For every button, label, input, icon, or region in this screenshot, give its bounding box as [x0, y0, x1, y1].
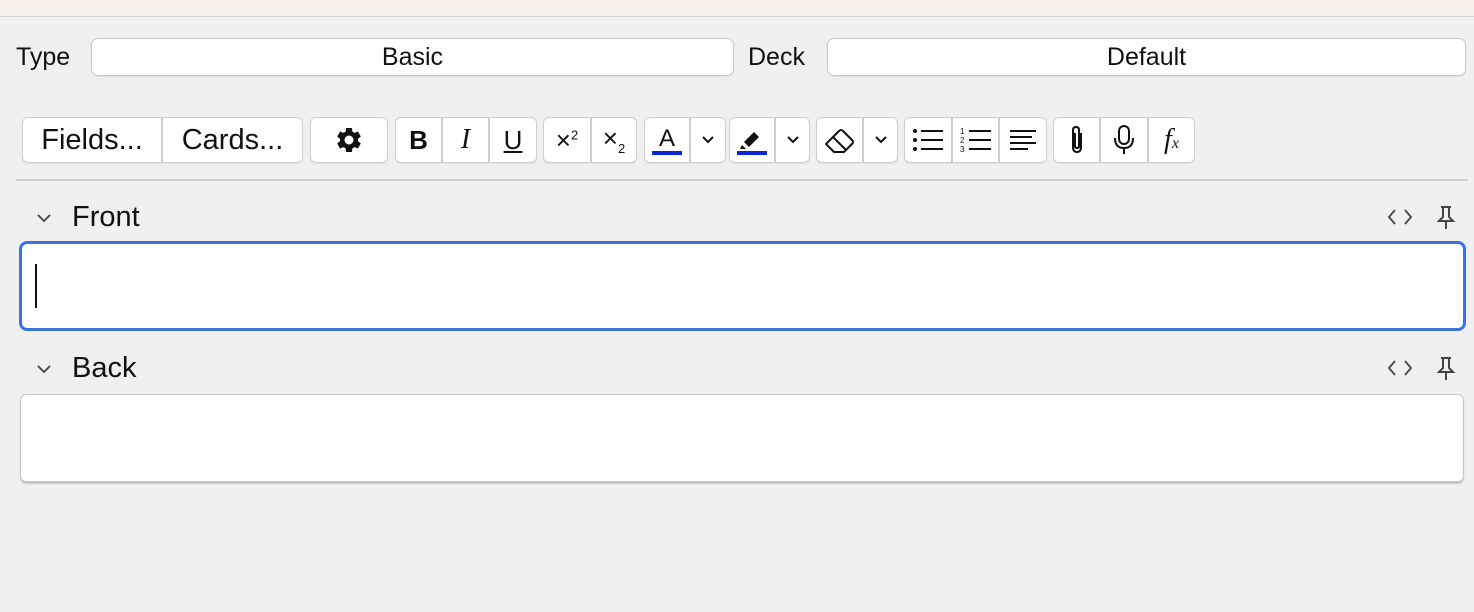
subscript-button[interactable]: ×2: [591, 117, 637, 163]
html-editor-toggle-icon[interactable]: [1386, 206, 1414, 228]
front-field-input[interactable]: [19, 241, 1466, 331]
text-caret: [35, 264, 37, 308]
fields-button[interactable]: Fields...: [22, 117, 162, 163]
highlight-color-dropdown[interactable]: [775, 117, 810, 163]
text-color-dropdown[interactable]: [690, 117, 726, 163]
cards-button[interactable]: Cards...: [162, 117, 303, 163]
record-audio-button[interactable]: [1100, 117, 1148, 163]
eraser-dropdown[interactable]: [863, 117, 898, 163]
chevron-down-icon: [874, 136, 887, 144]
chevron-down-icon: [786, 136, 799, 144]
text-color-button[interactable]: A: [644, 117, 690, 163]
html-editor-toggle-icon[interactable]: [1386, 357, 1414, 379]
cards-button-label: Cards...: [181, 123, 284, 156]
pin-icon[interactable]: [1436, 205, 1456, 231]
settings-icon: [337, 128, 361, 152]
function-icon: fx: [1164, 124, 1179, 155]
svg-text:2: 2: [960, 136, 965, 145]
attachment-button[interactable]: [1053, 117, 1100, 163]
highlight-color-button[interactable]: [729, 117, 775, 163]
deck-selector[interactable]: Default: [827, 38, 1466, 76]
attachment-icon: [1071, 125, 1082, 154]
superscript-icon: ×2: [555, 124, 579, 155]
chevron-down-icon: [702, 136, 714, 144]
superscript-button[interactable]: ×2: [543, 117, 591, 163]
align-icon: [1010, 130, 1036, 150]
italic-button[interactable]: I: [442, 117, 489, 163]
ordered-list-icon: 1 2 3: [960, 127, 991, 154]
toolbar-divider: [16, 179, 1468, 181]
unordered-list-button[interactable]: [904, 117, 952, 163]
collapse-front-chevron-icon[interactable]: [36, 212, 52, 224]
underline-icon: U: [503, 124, 523, 155]
note-type-selector[interactable]: Basic: [91, 38, 734, 76]
collapse-back-chevron-icon[interactable]: [36, 363, 52, 375]
unordered-list-icon: [913, 129, 943, 151]
svg-text:1: 1: [960, 127, 965, 136]
ordered-list-button[interactable]: 1 2 3: [952, 117, 999, 163]
highlight-color-icon: [737, 132, 767, 155]
underline-button[interactable]: U: [489, 117, 537, 163]
text-color-icon: A: [652, 125, 682, 155]
window-top-bar: [0, 0, 1474, 17]
subscript-icon: ×2: [602, 123, 626, 157]
deck-label: Deck: [748, 43, 805, 71]
fields-button-label: Fields...: [41, 123, 143, 156]
bold-button[interactable]: B: [395, 117, 442, 163]
type-label: Type: [16, 43, 71, 71]
align-button[interactable]: [999, 117, 1047, 163]
pin-icon[interactable]: [1436, 356, 1456, 382]
bold-icon: B: [409, 124, 428, 155]
front-field-label: Front: [72, 201, 140, 233]
eraser-icon: [824, 129, 854, 153]
microphone-icon: [1114, 125, 1134, 154]
eraser-button[interactable]: [816, 117, 863, 163]
svg-text:3: 3: [960, 145, 965, 154]
italic-icon: I: [460, 124, 471, 155]
back-field-label: Back: [72, 352, 137, 384]
back-field-input[interactable]: [20, 394, 1464, 482]
svg-text:A: A: [659, 125, 675, 152]
settings-button[interactable]: [310, 117, 388, 163]
function-button[interactable]: fx: [1148, 117, 1195, 163]
